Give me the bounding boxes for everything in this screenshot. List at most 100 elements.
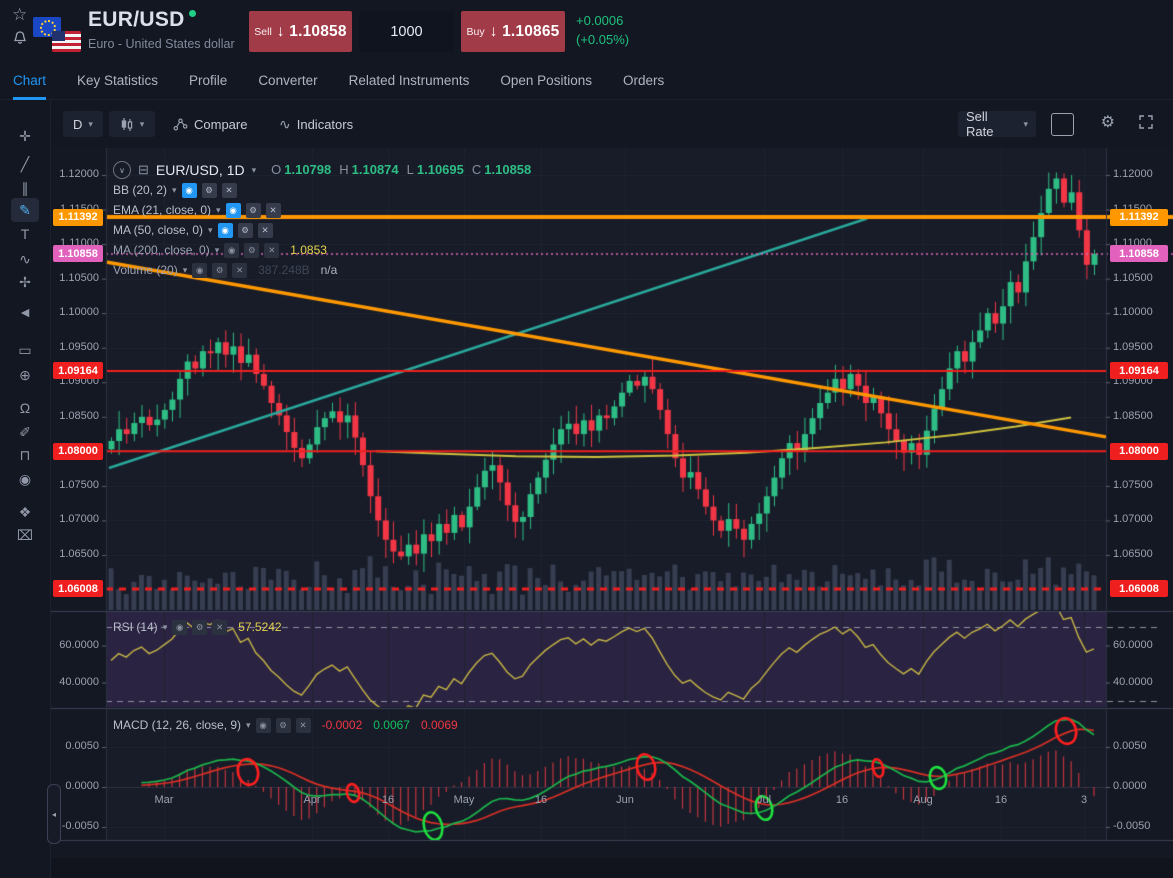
ohlc-value: 1.10858: [484, 162, 531, 177]
indicator-value: 387.248B: [258, 263, 309, 277]
tab-profile[interactable]: Profile: [189, 62, 227, 99]
alert-bell-icon[interactable]: [12, 30, 32, 54]
gear-icon[interactable]: ⚙: [192, 620, 207, 635]
timeframe-dropdown[interactable]: D▾: [63, 111, 103, 137]
zoom-in-tool[interactable]: ⊕: [11, 363, 39, 387]
close-icon[interactable]: ✕: [232, 263, 247, 278]
tab-open-positions[interactable]: Open Positions: [500, 62, 592, 99]
us-flag: [52, 31, 81, 52]
indicator-label: Volume (20): [113, 263, 178, 277]
gear-icon[interactable]: ⚙: [238, 223, 253, 238]
rsi-legend: RSI (14)▾◉⚙✕57.5242: [113, 618, 282, 636]
favorite-star-icon[interactable]: ☆: [12, 6, 32, 30]
snapshot-icon[interactable]: [1051, 113, 1074, 136]
chart-type-dropdown[interactable]: ▾: [109, 111, 155, 137]
close-icon[interactable]: ✕: [222, 183, 237, 198]
legend-collapse-icon[interactable]: ∨: [113, 161, 131, 179]
indicator-row: MA (200, close, 0) ▾ ◉ ⚙ ✕ 1.0853: [113, 240, 531, 260]
indicator-label: EMA (21, close, 0): [113, 203, 211, 217]
indicators-wave-icon: ∿: [279, 117, 291, 131]
indicator-dropdown-caret[interactable]: ▾: [208, 225, 213, 236]
ohlc-key: O: [271, 162, 281, 177]
rate-type-dropdown[interactable]: Sell Rate▾: [958, 111, 1036, 137]
forecast-tool[interactable]: ✢: [11, 270, 39, 294]
indicator-label: MA (200, close, 0): [113, 243, 210, 257]
hide-all-tool[interactable]: ◉: [11, 467, 39, 491]
eye-icon[interactable]: ◉: [224, 243, 239, 258]
chart-area: ∨ ⊟ EUR/USD, 1D ▾ O1.10798H1.10874L1.106…: [51, 148, 1173, 878]
rsi-dropdown-caret[interactable]: ▾: [163, 622, 168, 633]
buy-button[interactable]: Buy ↓ 1.10865: [461, 11, 565, 52]
tab-converter[interactable]: Converter: [258, 62, 317, 99]
tab-related-instruments[interactable]: Related Instruments: [349, 62, 470, 99]
close-icon[interactable]: ✕: [264, 243, 279, 258]
amount-input[interactable]: 1000: [359, 11, 454, 52]
xabcd-pattern-tool[interactable]: ∿: [11, 247, 39, 271]
tab-key-statistics[interactable]: Key Statistics: [77, 62, 158, 99]
pane-collapse-toggle[interactable]: ◂: [47, 784, 61, 844]
gear-icon[interactable]: ⚙: [212, 263, 227, 278]
fullscreen-icon[interactable]: [1138, 114, 1154, 135]
gear-icon[interactable]: ⚙: [246, 203, 261, 218]
close-icon[interactable]: ✕: [266, 203, 281, 218]
macd-legend: MACD (12, 26, close, 9) ▾ ◉ ⚙ ✕ -0.0002 0.0067…: [113, 716, 458, 734]
gear-icon[interactable]: ⚙: [202, 183, 217, 198]
compare-button[interactable]: Compare: [173, 111, 247, 137]
pair-subtitle: Euro - United States dollar: [88, 37, 235, 51]
indicator-row: EMA (21, close, 0) ▾ ◉ ⚙ ✕: [113, 200, 531, 220]
live-status-dot: [189, 10, 196, 17]
ohlc-key: C: [472, 162, 481, 177]
eye-icon[interactable]: ◉: [226, 203, 241, 218]
close-icon[interactable]: ✕: [258, 223, 273, 238]
rsi-label: RSI (14): [113, 620, 158, 634]
legend-minimize-icon[interactable]: ⊟: [138, 162, 149, 178]
gear-icon[interactable]: ⚙: [1101, 112, 1115, 132]
macd-dropdown-caret[interactable]: ▾: [246, 720, 251, 731]
main-legend: ∨ ⊟ EUR/USD, 1D ▾ O1.10798H1.10874L1.106…: [113, 160, 531, 280]
close-icon[interactable]: ✕: [212, 620, 227, 635]
indicators-button[interactable]: ∿ Indicators: [279, 111, 353, 137]
symbol-label: EUR/USD, 1D: [156, 162, 245, 178]
macd-value: 0.0067: [373, 718, 410, 732]
page-tabs: Chart Key Statistics Profile Converter Relat…: [0, 62, 1173, 100]
indicator-value: 1.0853: [290, 243, 327, 257]
indicator-dropdown-caret[interactable]: ▾: [172, 185, 177, 196]
ohlc-key: H: [339, 162, 348, 177]
measure-tool[interactable]: ▭: [11, 338, 39, 362]
tab-chart[interactable]: Chart: [13, 62, 46, 99]
indicator-dropdown-caret[interactable]: ▾: [183, 265, 188, 276]
lock-all-tool[interactable]: ⊓: [11, 443, 39, 467]
trend-line-tool[interactable]: ╱: [11, 152, 39, 176]
crosshair-tool[interactable]: ✛: [11, 124, 39, 148]
chart-toolbar: D▾ ▾ Compare ∿: [51, 100, 1173, 148]
chart-panel: D▾ ▾ Compare ∿: [50, 100, 1173, 878]
eye-icon[interactable]: ◉: [218, 223, 233, 238]
price-change: +0.0006 (+0.05%): [576, 11, 629, 49]
sell-button[interactable]: Sell ↓ 1.10858: [249, 11, 352, 52]
eye-icon[interactable]: ◉: [172, 620, 187, 635]
arrow-marker-tool[interactable]: ◄: [11, 300, 39, 324]
compare-icon: [173, 117, 188, 132]
indicator-dropdown-caret[interactable]: ▾: [215, 245, 220, 256]
indicator-label: BB (20, 2): [113, 183, 167, 197]
eye-icon[interactable]: ◉: [256, 718, 271, 733]
parallel-lines-tool[interactable]: ∥: [11, 176, 39, 200]
layers-tool[interactable]: ❖: [11, 500, 39, 524]
close-icon[interactable]: ✕: [296, 718, 311, 733]
macd-value: -0.0002: [322, 718, 363, 732]
macd-label: MACD (12, 26, close, 9): [113, 718, 241, 732]
text-tool[interactable]: T: [11, 222, 39, 246]
eye-icon[interactable]: ◉: [192, 263, 207, 278]
eye-icon[interactable]: ◉: [182, 183, 197, 198]
magnet-tool[interactable]: Ω: [11, 396, 39, 420]
gear-icon[interactable]: ⚙: [244, 243, 259, 258]
remove-drawings-tool[interactable]: ⌧: [11, 523, 39, 547]
tab-orders[interactable]: Orders: [623, 62, 664, 99]
gear-icon[interactable]: ⚙: [276, 718, 291, 733]
brush-tool[interactable]: ✎: [11, 198, 39, 222]
candlestick-icon: [120, 117, 134, 132]
symbol-dropdown-caret[interactable]: ▾: [252, 165, 257, 176]
drawing-lock-tool[interactable]: ✐: [11, 420, 39, 444]
indicator-dropdown-caret[interactable]: ▾: [216, 205, 221, 216]
trading-app-window: ☆ EUR/USD Euro - United States dollar Se…: [0, 0, 1173, 878]
